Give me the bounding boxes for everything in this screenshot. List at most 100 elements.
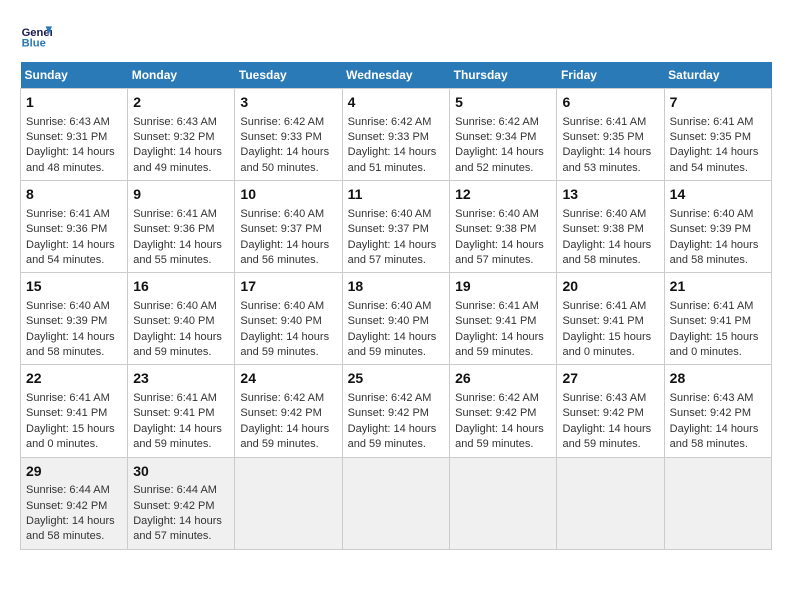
sunrise: Sunrise: 6:40 AM — [240, 300, 324, 312]
sunset: Sunset: 9:41 PM — [455, 315, 536, 327]
sunset: Sunset: 9:36 PM — [133, 223, 214, 235]
calendar-cell: 15Sunrise: 6:40 AMSunset: 9:39 PMDayligh… — [21, 273, 128, 365]
col-header-wednesday: Wednesday — [342, 62, 450, 89]
sunrise: Sunrise: 6:41 AM — [562, 116, 646, 128]
day-number: 22 — [26, 369, 122, 389]
day-number: 27 — [562, 369, 658, 389]
logo: General Blue — [20, 20, 56, 52]
sunset: Sunset: 9:32 PM — [133, 131, 214, 143]
sunrise: Sunrise: 6:41 AM — [133, 392, 217, 404]
daylight: Daylight: 14 hours and 59 minutes. — [455, 423, 544, 450]
calendar-cell: 13Sunrise: 6:40 AMSunset: 9:38 PMDayligh… — [557, 181, 664, 273]
daylight: Daylight: 14 hours and 58 minutes. — [26, 515, 115, 542]
sunset: Sunset: 9:40 PM — [240, 315, 321, 327]
day-number: 7 — [670, 93, 766, 113]
day-number: 4 — [348, 93, 445, 113]
sunrise: Sunrise: 6:41 AM — [133, 208, 217, 220]
daylight: Daylight: 14 hours and 59 minutes. — [133, 331, 222, 358]
calendar-cell: 9Sunrise: 6:41 AMSunset: 9:36 PMDaylight… — [128, 181, 235, 273]
sunrise: Sunrise: 6:41 AM — [670, 116, 754, 128]
calendar-cell: 16Sunrise: 6:40 AMSunset: 9:40 PMDayligh… — [128, 273, 235, 365]
day-number: 8 — [26, 185, 122, 205]
sunset: Sunset: 9:38 PM — [562, 223, 643, 235]
sunrise: Sunrise: 6:40 AM — [562, 208, 646, 220]
sunset: Sunset: 9:33 PM — [240, 131, 321, 143]
sunset: Sunset: 9:42 PM — [133, 500, 214, 512]
day-number: 3 — [240, 93, 336, 113]
sunrise: Sunrise: 6:43 AM — [133, 116, 217, 128]
sunrise: Sunrise: 6:43 AM — [26, 116, 110, 128]
daylight: Daylight: 14 hours and 58 minutes. — [670, 423, 759, 450]
calendar-cell: 29Sunrise: 6:44 AMSunset: 9:42 PMDayligh… — [21, 457, 128, 549]
sunrise: Sunrise: 6:44 AM — [26, 484, 110, 496]
sunrise: Sunrise: 6:41 AM — [26, 208, 110, 220]
day-number: 25 — [348, 369, 445, 389]
daylight: Daylight: 15 hours and 0 minutes. — [670, 331, 759, 358]
calendar-cell — [342, 457, 450, 549]
calendar-cell: 8Sunrise: 6:41 AMSunset: 9:36 PMDaylight… — [21, 181, 128, 273]
sunset: Sunset: 9:37 PM — [240, 223, 321, 235]
day-number: 17 — [240, 277, 336, 297]
sunrise: Sunrise: 6:43 AM — [670, 392, 754, 404]
calendar-cell: 23Sunrise: 6:41 AMSunset: 9:41 PMDayligh… — [128, 365, 235, 457]
daylight: Daylight: 14 hours and 57 minutes. — [133, 515, 222, 542]
calendar-table: SundayMondayTuesdayWednesdayThursdayFrid… — [20, 62, 772, 550]
day-number: 5 — [455, 93, 551, 113]
sunrise: Sunrise: 6:40 AM — [348, 300, 432, 312]
day-number: 10 — [240, 185, 336, 205]
col-header-thursday: Thursday — [450, 62, 557, 89]
sunset: Sunset: 9:40 PM — [348, 315, 429, 327]
sunrise: Sunrise: 6:42 AM — [455, 392, 539, 404]
daylight: Daylight: 14 hours and 59 minutes. — [240, 331, 329, 358]
calendar-cell — [664, 457, 771, 549]
daylight: Daylight: 14 hours and 59 minutes. — [348, 331, 437, 358]
sunset: Sunset: 9:42 PM — [240, 407, 321, 419]
daylight: Daylight: 14 hours and 52 minutes. — [455, 146, 544, 173]
day-number: 20 — [562, 277, 658, 297]
daylight: Daylight: 14 hours and 58 minutes. — [26, 331, 115, 358]
sunset: Sunset: 9:39 PM — [670, 223, 751, 235]
sunrise: Sunrise: 6:42 AM — [348, 392, 432, 404]
calendar-cell: 27 Sunrise: 6:43 AM Sunset: 9:42 PM Dayligh… — [557, 365, 664, 457]
daylight: Daylight: 14 hours and 53 minutes. — [562, 146, 651, 173]
calendar-cell: 7Sunrise: 6:41 AMSunset: 9:35 PMDaylight… — [664, 89, 771, 181]
sunset: Sunset: 9:31 PM — [26, 131, 107, 143]
day-number: 6 — [562, 93, 658, 113]
calendar-cell: 22Sunrise: 6:41 AMSunset: 9:41 PMDayligh… — [21, 365, 128, 457]
daylight: Daylight: 14 hours and 55 minutes. — [133, 239, 222, 266]
sunset: Sunset: 9:41 PM — [133, 407, 214, 419]
daylight: Daylight: 14 hours and 58 minutes. — [670, 239, 759, 266]
calendar-cell: 28Sunrise: 6:43 AMSunset: 9:42 PMDayligh… — [664, 365, 771, 457]
sunrise: Sunrise: 6:42 AM — [240, 116, 324, 128]
day-number: 11 — [348, 185, 445, 205]
sunrise: Sunrise: 6:40 AM — [670, 208, 754, 220]
day-number: 15 — [26, 277, 122, 297]
day-number: 26 — [455, 369, 551, 389]
day-number: 1 — [26, 93, 122, 113]
daylight: Daylight: 14 hours and 54 minutes. — [670, 146, 759, 173]
sunset: Sunset: 9:42 PM — [562, 407, 643, 419]
calendar-week-row: 29Sunrise: 6:44 AMSunset: 9:42 PMDayligh… — [21, 457, 772, 549]
daylight: Daylight: 14 hours and 54 minutes. — [26, 239, 115, 266]
logo-icon: General Blue — [20, 20, 52, 52]
calendar-week-row: 15Sunrise: 6:40 AMSunset: 9:39 PMDayligh… — [21, 273, 772, 365]
sunrise: Sunrise: 6:43 AM — [562, 392, 646, 404]
calendar-cell: 21Sunrise: 6:41 AMSunset: 9:41 PMDayligh… — [664, 273, 771, 365]
sunset: Sunset: 9:42 PM — [455, 407, 536, 419]
day-number: 24 — [240, 369, 336, 389]
daylight: Daylight: 14 hours and 51 minutes. — [348, 146, 437, 173]
daylight: Daylight: 14 hours and 59 minutes. — [348, 423, 437, 450]
col-header-tuesday: Tuesday — [235, 62, 342, 89]
calendar-cell: 11Sunrise: 6:40 AMSunset: 9:37 PMDayligh… — [342, 181, 450, 273]
sunrise: Sunrise: 6:42 AM — [348, 116, 432, 128]
sunset: Sunset: 9:37 PM — [348, 223, 429, 235]
calendar-cell: 6Sunrise: 6:41 AMSunset: 9:35 PMDaylight… — [557, 89, 664, 181]
sunset: Sunset: 9:38 PM — [455, 223, 536, 235]
day-number: 16 — [133, 277, 229, 297]
calendar-cell: 5Sunrise: 6:42 AMSunset: 9:34 PMDaylight… — [450, 89, 557, 181]
daylight: Daylight: 14 hours and 48 minutes. — [26, 146, 115, 173]
calendar-cell: 18Sunrise: 6:40 AMSunset: 9:40 PMDayligh… — [342, 273, 450, 365]
day-number: 14 — [670, 185, 766, 205]
daylight: Daylight: 14 hours and 59 minutes. — [562, 423, 651, 450]
col-header-saturday: Saturday — [664, 62, 771, 89]
